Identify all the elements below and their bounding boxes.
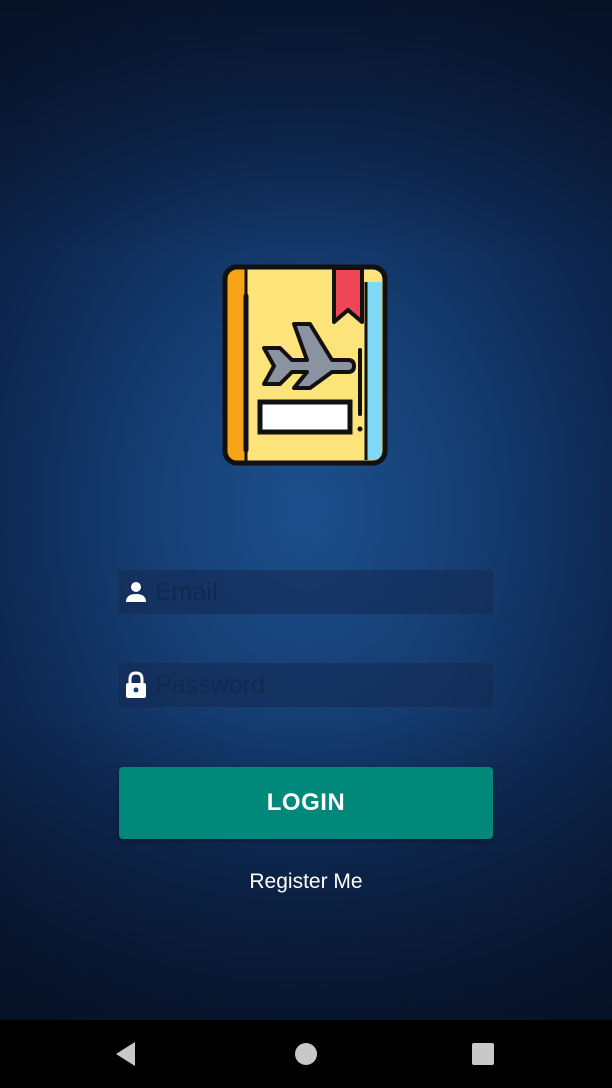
travel-passport-icon: [222, 264, 388, 466]
background-vignette: [0, 0, 612, 1020]
back-button[interactable]: [86, 1020, 166, 1088]
person-icon: [119, 570, 153, 614]
recents-button[interactable]: [443, 1020, 523, 1088]
password-field[interactable]: [119, 663, 493, 707]
home-button[interactable]: [266, 1020, 346, 1088]
recents-square-icon: [472, 1043, 494, 1065]
lock-icon: [119, 663, 153, 707]
register-link[interactable]: Register Me: [206, 870, 406, 894]
login-screen: LOGIN Register Me: [0, 0, 612, 1020]
home-circle-icon: [295, 1043, 317, 1065]
email-input[interactable]: [153, 572, 493, 612]
navigation-bar: [0, 1020, 612, 1088]
password-input[interactable]: [153, 665, 493, 705]
email-field[interactable]: [119, 570, 493, 614]
login-button[interactable]: LOGIN: [119, 767, 493, 839]
back-triangle-icon: [116, 1042, 135, 1066]
